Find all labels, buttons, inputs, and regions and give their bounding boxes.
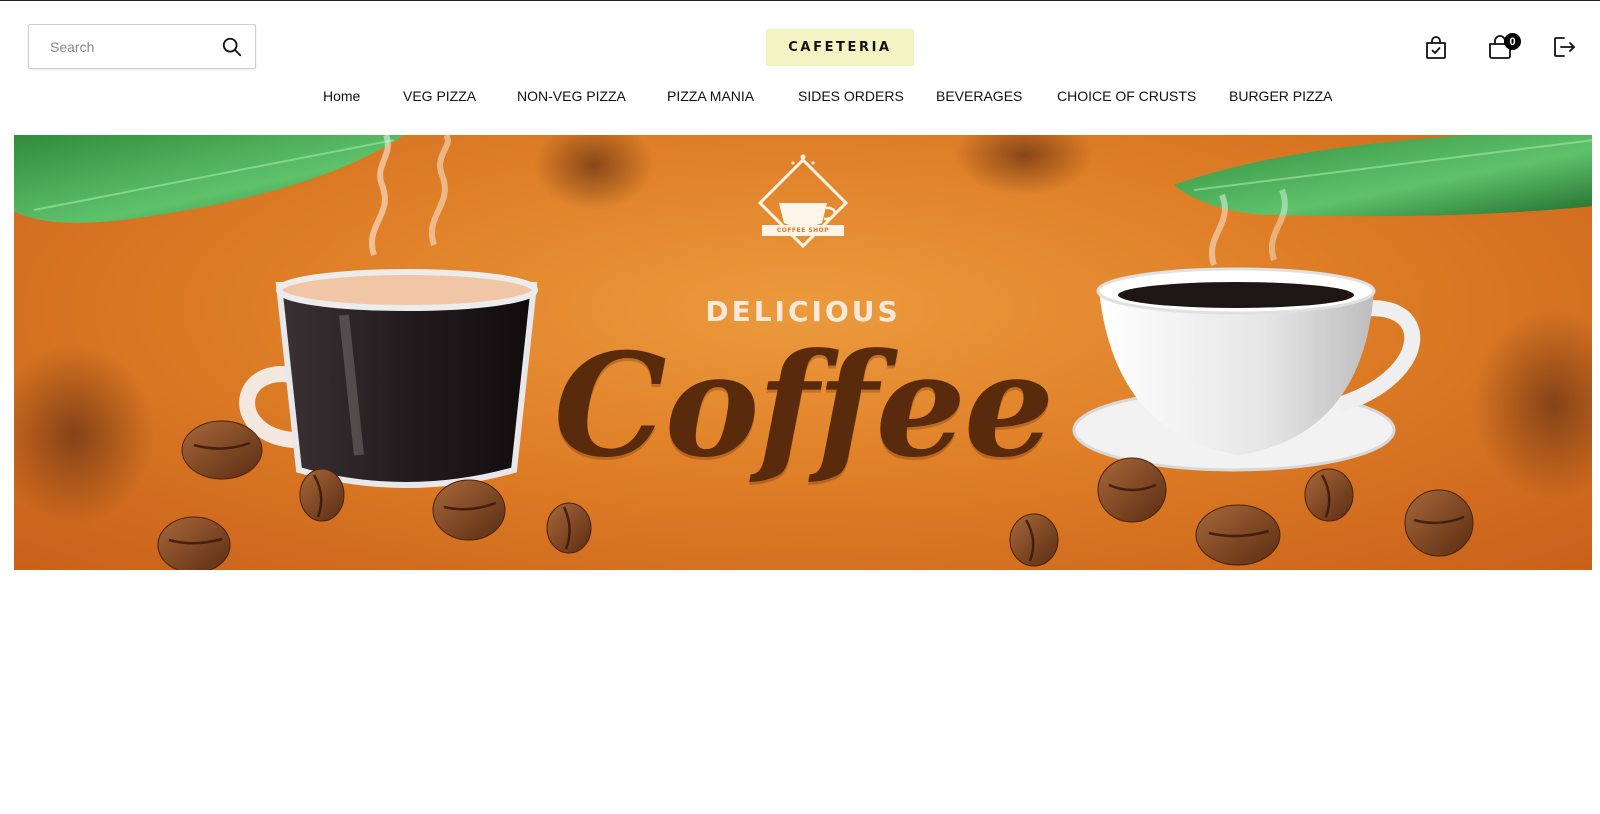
cart-count-badge: 0	[1504, 33, 1521, 50]
nav-item-sides-orders[interactable]: SIDES ORDERS	[798, 88, 904, 104]
logout-icon[interactable]	[1550, 33, 1578, 61]
orders-bag-icon[interactable]	[1422, 33, 1450, 61]
main-nav: Home VEG PIZZA NON-VEG PIZZA PIZZA MANIA…	[0, 88, 1600, 110]
search-bar	[28, 24, 256, 69]
banner-title: Coffee	[553, 323, 1055, 489]
nav-item-burger-pizza[interactable]: BURGER PIZZA	[1229, 88, 1332, 104]
nav-item-veg-pizza[interactable]: VEG PIZZA	[403, 88, 476, 104]
search-input[interactable]	[48, 37, 212, 56]
nav-item-home[interactable]: Home	[323, 88, 360, 104]
brand-logo[interactable]: CAFETERIA	[766, 29, 914, 66]
hero-banner[interactable]: COFFEE SHOP DELICIOUS Coffee	[14, 135, 1592, 570]
logo-caption: COFFEE SHOP	[776, 227, 830, 234]
nav-item-choice-of-crusts[interactable]: CHOICE OF CRUSTS	[1057, 88, 1196, 104]
top-border	[0, 0, 1600, 1]
search-icon[interactable]	[221, 36, 243, 58]
nav-item-beverages[interactable]: BEVERAGES	[936, 88, 1022, 104]
nav-item-pizza-mania[interactable]: PIZZA MANIA	[667, 88, 754, 104]
nav-item-non-veg-pizza[interactable]: NON-VEG PIZZA	[517, 88, 626, 104]
